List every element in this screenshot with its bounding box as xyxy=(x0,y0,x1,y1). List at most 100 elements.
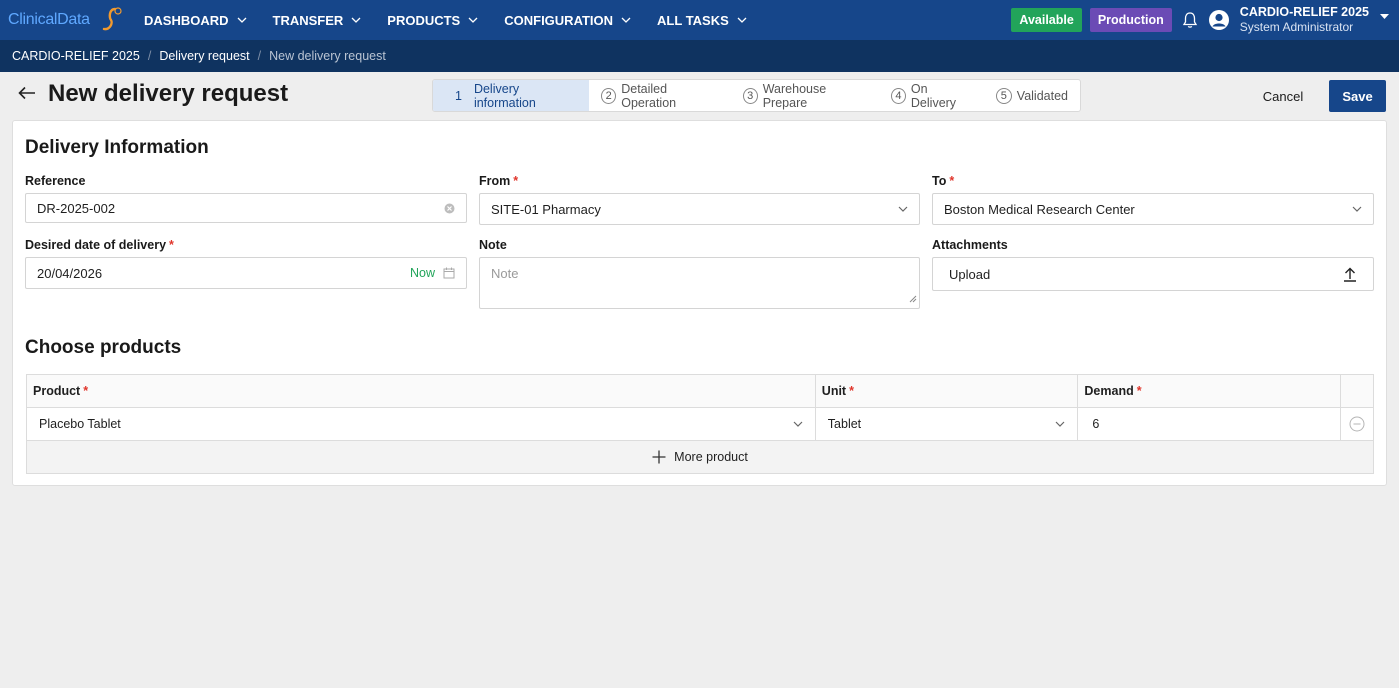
step-label: Validated xyxy=(1016,88,1068,103)
nav-configuration[interactable]: CONFIGURATION xyxy=(504,0,631,40)
top-nav-bar: ClinicalData DASHBOARD TRANSFER PRODUCTS… xyxy=(0,0,1399,40)
breadcrumb-study[interactable]: CARDIO-RELIEF 2025 xyxy=(12,49,140,63)
reference-input[interactable]: DR-2025-002 xyxy=(25,193,467,223)
from-value: SITE-01 Pharmacy xyxy=(491,201,601,217)
delivery-info-title: Delivery Information xyxy=(25,137,209,158)
step-number: 1 xyxy=(455,88,462,103)
nav-products[interactable]: PRODUCTS xyxy=(387,0,478,40)
top-right-area: Available Production CARDIO-RELIEF 2025 … xyxy=(1011,0,1399,40)
nav-dashboard-label: DASHBOARD xyxy=(144,12,229,28)
progress-stepper: 1 Delivery information 2 Detailed Operat… xyxy=(432,79,1081,112)
step-label: Delivery information xyxy=(473,81,536,110)
page-title: New delivery request xyxy=(48,80,289,107)
column-header-actions xyxy=(1341,375,1373,407)
to-value: Boston Medical Research Center xyxy=(944,201,1135,217)
chevron-down-icon xyxy=(1352,206,1362,212)
clinicaldata-logo[interactable]: ClinicalData xyxy=(0,0,126,40)
main-nav: DASHBOARD TRANSFER PRODUCTS CONFIGURATIO… xyxy=(144,0,773,40)
breadcrumb-separator: / xyxy=(147,49,152,63)
from-label: From * xyxy=(479,174,519,188)
breadcrumb-separator: / xyxy=(257,49,262,63)
table-header-row: Product * Unit * Demand * xyxy=(27,375,1373,408)
step-detailed-operation[interactable]: 2 Detailed Operation xyxy=(589,80,730,111)
desired-date-value: 20/04/2026 xyxy=(37,265,103,281)
calendar-icon[interactable] xyxy=(443,267,455,279)
logo-text: ClinicalData xyxy=(8,11,90,28)
nav-dashboard[interactable]: DASHBOARD xyxy=(144,0,247,40)
step-number: 2 xyxy=(601,87,617,104)
nav-transfer-label: TRANSFER xyxy=(272,12,344,28)
upload-label: Upload xyxy=(949,266,991,282)
unit-value: Tablet xyxy=(827,417,862,431)
attachments-label: Attachments xyxy=(932,238,1008,252)
products-table: Product * Unit * Demand * Placebo Tablet Ta… xyxy=(26,374,1374,474)
study-name: CARDIO-RELIEF 2025 xyxy=(1239,5,1369,19)
cancel-button[interactable]: Cancel xyxy=(1254,80,1312,112)
product-value: Placebo Tablet xyxy=(39,417,121,431)
desired-date-label: Desired date of delivery * xyxy=(25,238,174,252)
step-number: 4 xyxy=(890,87,906,104)
now-link[interactable]: Now xyxy=(410,266,435,280)
step-number: 3 xyxy=(742,87,758,104)
logo-mark-icon xyxy=(100,6,122,35)
more-product-label: More product xyxy=(674,450,748,464)
step-delivery-information[interactable]: 1 Delivery information xyxy=(433,80,590,111)
breadcrumb-current: New delivery request xyxy=(269,49,386,63)
breadcrumb-delivery-request[interactable]: Delivery request xyxy=(159,49,249,63)
unit-select[interactable]: Tablet xyxy=(816,408,1079,440)
desired-date-picker[interactable]: 20/04/2026 Now xyxy=(25,257,467,289)
back-arrow-icon[interactable] xyxy=(18,86,36,100)
step-label: Warehouse Prepare xyxy=(762,81,827,110)
step-validated[interactable]: 5 Validated xyxy=(984,80,1080,111)
step-number: 5 xyxy=(995,87,1012,104)
note-placeholder: Note xyxy=(491,266,519,281)
more-product-button[interactable]: More product xyxy=(27,441,1373,473)
user-role: System Administrator xyxy=(1239,20,1354,34)
step-on-delivery[interactable]: 4 On Delivery xyxy=(879,80,984,111)
upload-icon xyxy=(1343,267,1357,282)
reference-value: DR-2025-002 xyxy=(37,200,116,216)
remove-row-button[interactable] xyxy=(1341,408,1373,440)
product-select[interactable]: Placebo Tablet xyxy=(27,408,816,440)
bell-icon[interactable] xyxy=(1182,11,1198,29)
plus-icon xyxy=(652,450,666,464)
chevron-down-icon xyxy=(621,17,631,23)
to-select[interactable]: Boston Medical Research Center xyxy=(932,193,1374,225)
chevron-down-icon xyxy=(468,17,478,23)
clear-icon[interactable] xyxy=(444,203,455,214)
from-select[interactable]: SITE-01 Pharmacy xyxy=(479,193,920,225)
breadcrumb: CARDIO-RELIEF 2025 / Delivery request / … xyxy=(0,40,1399,72)
user-avatar-icon[interactable] xyxy=(1208,9,1230,31)
step-label: Detailed Operation xyxy=(621,81,677,110)
chevron-down-icon xyxy=(1055,421,1065,427)
nav-all-tasks-label: ALL TASKS xyxy=(657,12,729,28)
minus-circle-icon xyxy=(1349,416,1365,432)
column-header-demand: Demand * xyxy=(1078,375,1342,407)
chevron-down-icon xyxy=(237,17,247,23)
status-badge: Available xyxy=(1011,8,1082,32)
step-warehouse-prepare[interactable]: 3 Warehouse Prepare xyxy=(731,80,879,111)
nav-products-label: PRODUCTS xyxy=(387,12,461,28)
to-label: To * xyxy=(932,174,955,188)
note-textarea[interactable]: Note xyxy=(479,257,920,309)
nav-all-tasks[interactable]: ALL TASKS xyxy=(657,0,747,40)
reference-label: Reference xyxy=(25,174,86,188)
choose-products-title: Choose products xyxy=(25,337,182,358)
nav-configuration-label: CONFIGURATION xyxy=(504,12,614,28)
caret-down-icon[interactable] xyxy=(1380,8,1389,23)
upload-button[interactable]: Upload xyxy=(932,257,1374,291)
step-label: On Delivery xyxy=(910,81,957,110)
column-header-product: Product * xyxy=(27,375,816,407)
resize-grip-icon[interactable] xyxy=(909,291,917,306)
delivery-form-card: Delivery Information Reference From * To *… xyxy=(12,120,1387,486)
column-header-unit: Unit * xyxy=(815,375,1079,407)
note-label: Note xyxy=(479,238,507,252)
table-row: Placebo Tablet Tablet 6 xyxy=(27,408,1373,441)
user-menu[interactable]: CARDIO-RELIEF 2025 System Administrator xyxy=(1240,5,1369,35)
save-button[interactable]: Save xyxy=(1329,80,1386,112)
chevron-down-icon xyxy=(793,421,803,427)
nav-transfer[interactable]: TRANSFER xyxy=(273,0,362,40)
chevron-down-icon xyxy=(737,17,747,23)
demand-value: 6 xyxy=(1092,417,1100,431)
demand-input[interactable]: 6 xyxy=(1078,408,1342,440)
